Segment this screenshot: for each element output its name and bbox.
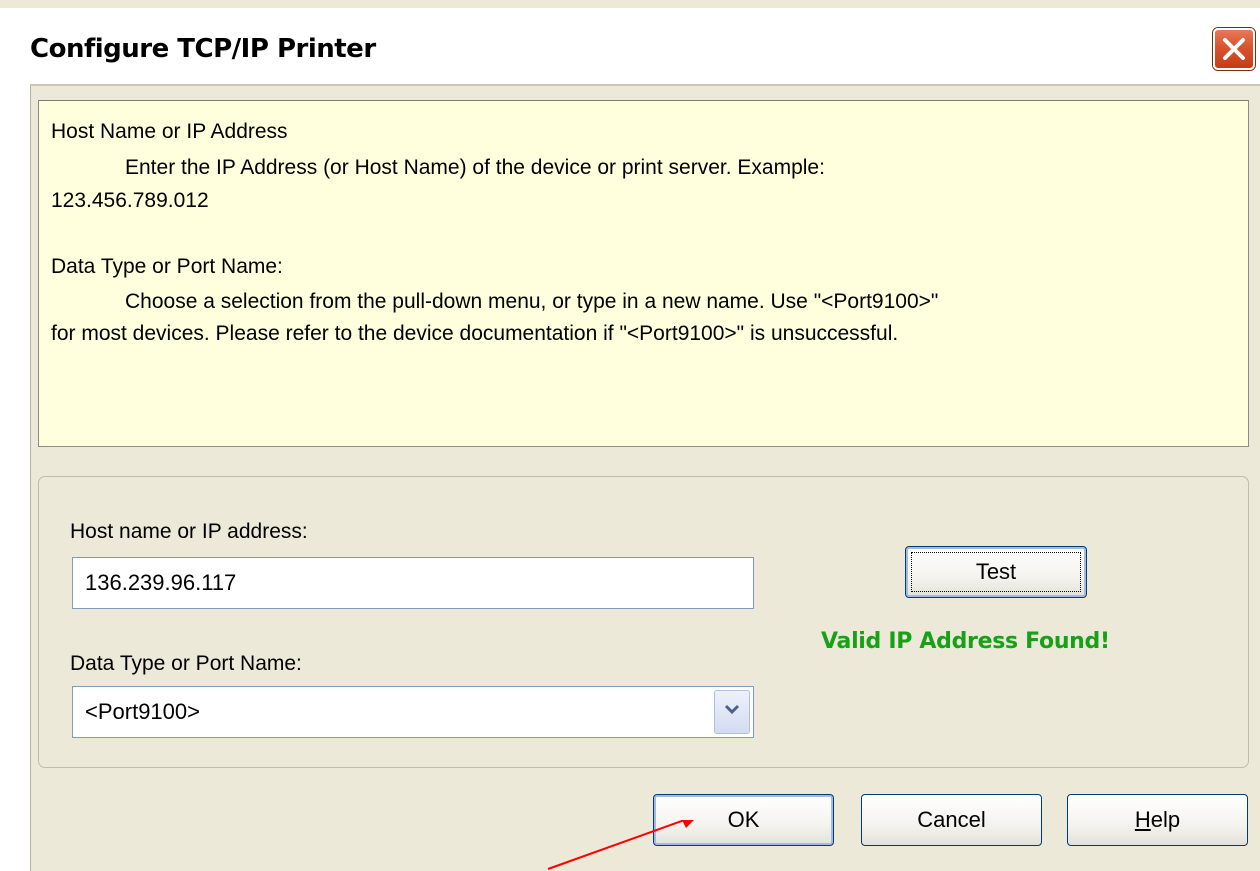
host-address-label: Host name or IP address: [70,520,308,543]
host-address-input[interactable]: 136.239.96.117 [72,557,754,609]
close-x-icon [1223,38,1245,60]
port-dropdown-button[interactable] [714,690,750,734]
help-button-label: Help [1135,807,1180,832]
ok-button[interactable]: OK [653,794,834,846]
window-left-border [30,86,31,871]
cancel-button-label: Cancel [917,807,986,832]
validation-status: Valid IP Address Found! [821,629,1110,654]
configure-tcpip-dialog: Configure TCP/IP Printer Host Name or IP… [0,0,1260,871]
help-button[interactable]: Help [1067,794,1248,846]
info-port-description: Choose a selection from the pull-down me… [125,290,939,313]
title-divider [0,84,1260,86]
screenshot-stage: Configure TCP/IP Printer Host Name or IP… [0,0,1260,871]
test-button-label: Test [975,559,1017,584]
help-mnemonic: H [1134,807,1151,832]
info-host-description: Enter the IP Address (or Host Name) of t… [125,156,825,179]
help-info-panel: Host Name or IP Address Enter the IP Add… [38,100,1249,447]
help-label-rest: elp [1150,807,1181,832]
chevron-down-icon [724,704,740,715]
info-port-heading: Data Type or Port Name: [51,255,283,278]
window-left-edge [0,8,30,871]
port-name-value: <Port9100> [85,699,200,724]
info-host-heading: Host Name or IP Address [51,120,288,143]
port-name-label: Data Type or Port Name: [70,652,302,675]
cancel-button[interactable]: Cancel [861,794,1042,846]
info-host-example: 123.456.789.012 [51,189,209,212]
ok-button-label: OK [727,807,760,832]
window-title: Configure TCP/IP Printer [30,34,376,64]
test-button[interactable]: Test [905,546,1087,598]
close-button[interactable] [1213,28,1255,70]
title-bar: Configure TCP/IP Printer [0,8,1260,84]
port-name-combobox[interactable]: <Port9100> [72,686,754,738]
info-port-description-2: for most devices. Please refer to the de… [51,322,899,345]
